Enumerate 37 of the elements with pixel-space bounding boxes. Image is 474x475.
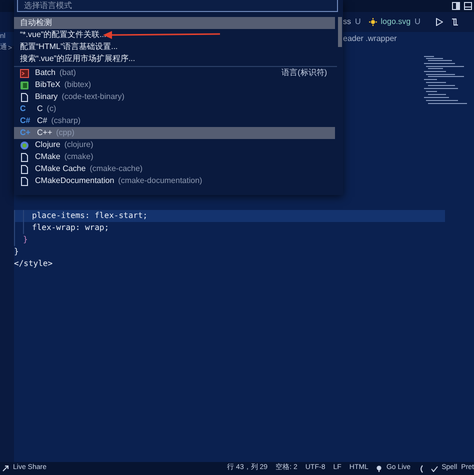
language-item[interactable]: C+ C++ (cpp) bbox=[14, 127, 335, 139]
language-item[interactable]: BibTeX (bibtex) bbox=[14, 79, 335, 91]
book-icon bbox=[20, 80, 29, 90]
minimap-drawing bbox=[422, 54, 470, 106]
language-item[interactable]: CMakeDocumentation (cmake-documentation) bbox=[14, 175, 335, 187]
group-label: 语言(标识符) bbox=[282, 67, 327, 79]
terminal-icon bbox=[20, 68, 29, 78]
language-item[interactable]: C C (c) bbox=[14, 103, 335, 115]
code-line: </style> bbox=[14, 258, 54, 270]
split-editor-icon[interactable] bbox=[452, 2, 460, 10]
code-line: } bbox=[14, 246, 20, 258]
code-line: flex-wrap: wrap; bbox=[14, 222, 445, 234]
menu-item[interactable]: 配置“HTML”语言基础设置... bbox=[14, 41, 335, 53]
menu-item[interactable]: 自动检测 bbox=[14, 17, 335, 29]
code-line: } bbox=[14, 234, 445, 246]
check-icon bbox=[430, 466, 438, 472]
sun-icon bbox=[368, 18, 377, 26]
menu-item[interactable]: “*.vue”的配置文件关联... bbox=[14, 29, 335, 41]
compare-icon[interactable] bbox=[451, 18, 460, 26]
menu-item[interactable]: 搜索“.vue”的应用市场扩展程序... bbox=[14, 53, 335, 65]
language-item[interactable]: CMake (cmake) bbox=[14, 151, 335, 163]
layout-icon[interactable] bbox=[464, 2, 472, 10]
language-glyph: C# bbox=[20, 115, 31, 127]
run-icon[interactable] bbox=[436, 18, 444, 26]
file-icon bbox=[20, 92, 29, 102]
language-glyph: C bbox=[20, 103, 27, 115]
broadcast-icon bbox=[376, 465, 382, 472]
language-item[interactable]: Binary (code-text-binary) bbox=[14, 91, 335, 103]
share-icon bbox=[2, 465, 9, 472]
language-glyph: C+ bbox=[20, 127, 31, 139]
circle-logo-icon bbox=[20, 140, 29, 150]
language-item[interactable]: CMake Cache (cmake-cache) bbox=[14, 163, 335, 175]
language-search-field[interactable]: 选择语言模式 bbox=[17, 0, 338, 12]
scrollbar-thumb[interactable] bbox=[338, 17, 342, 47]
language-item[interactable]: Clojure (clojure) bbox=[14, 139, 335, 151]
language-item[interactable]: C# C# (csharp) bbox=[14, 115, 335, 127]
breadcrumb[interactable]: eader .wrapper bbox=[343, 34, 397, 43]
